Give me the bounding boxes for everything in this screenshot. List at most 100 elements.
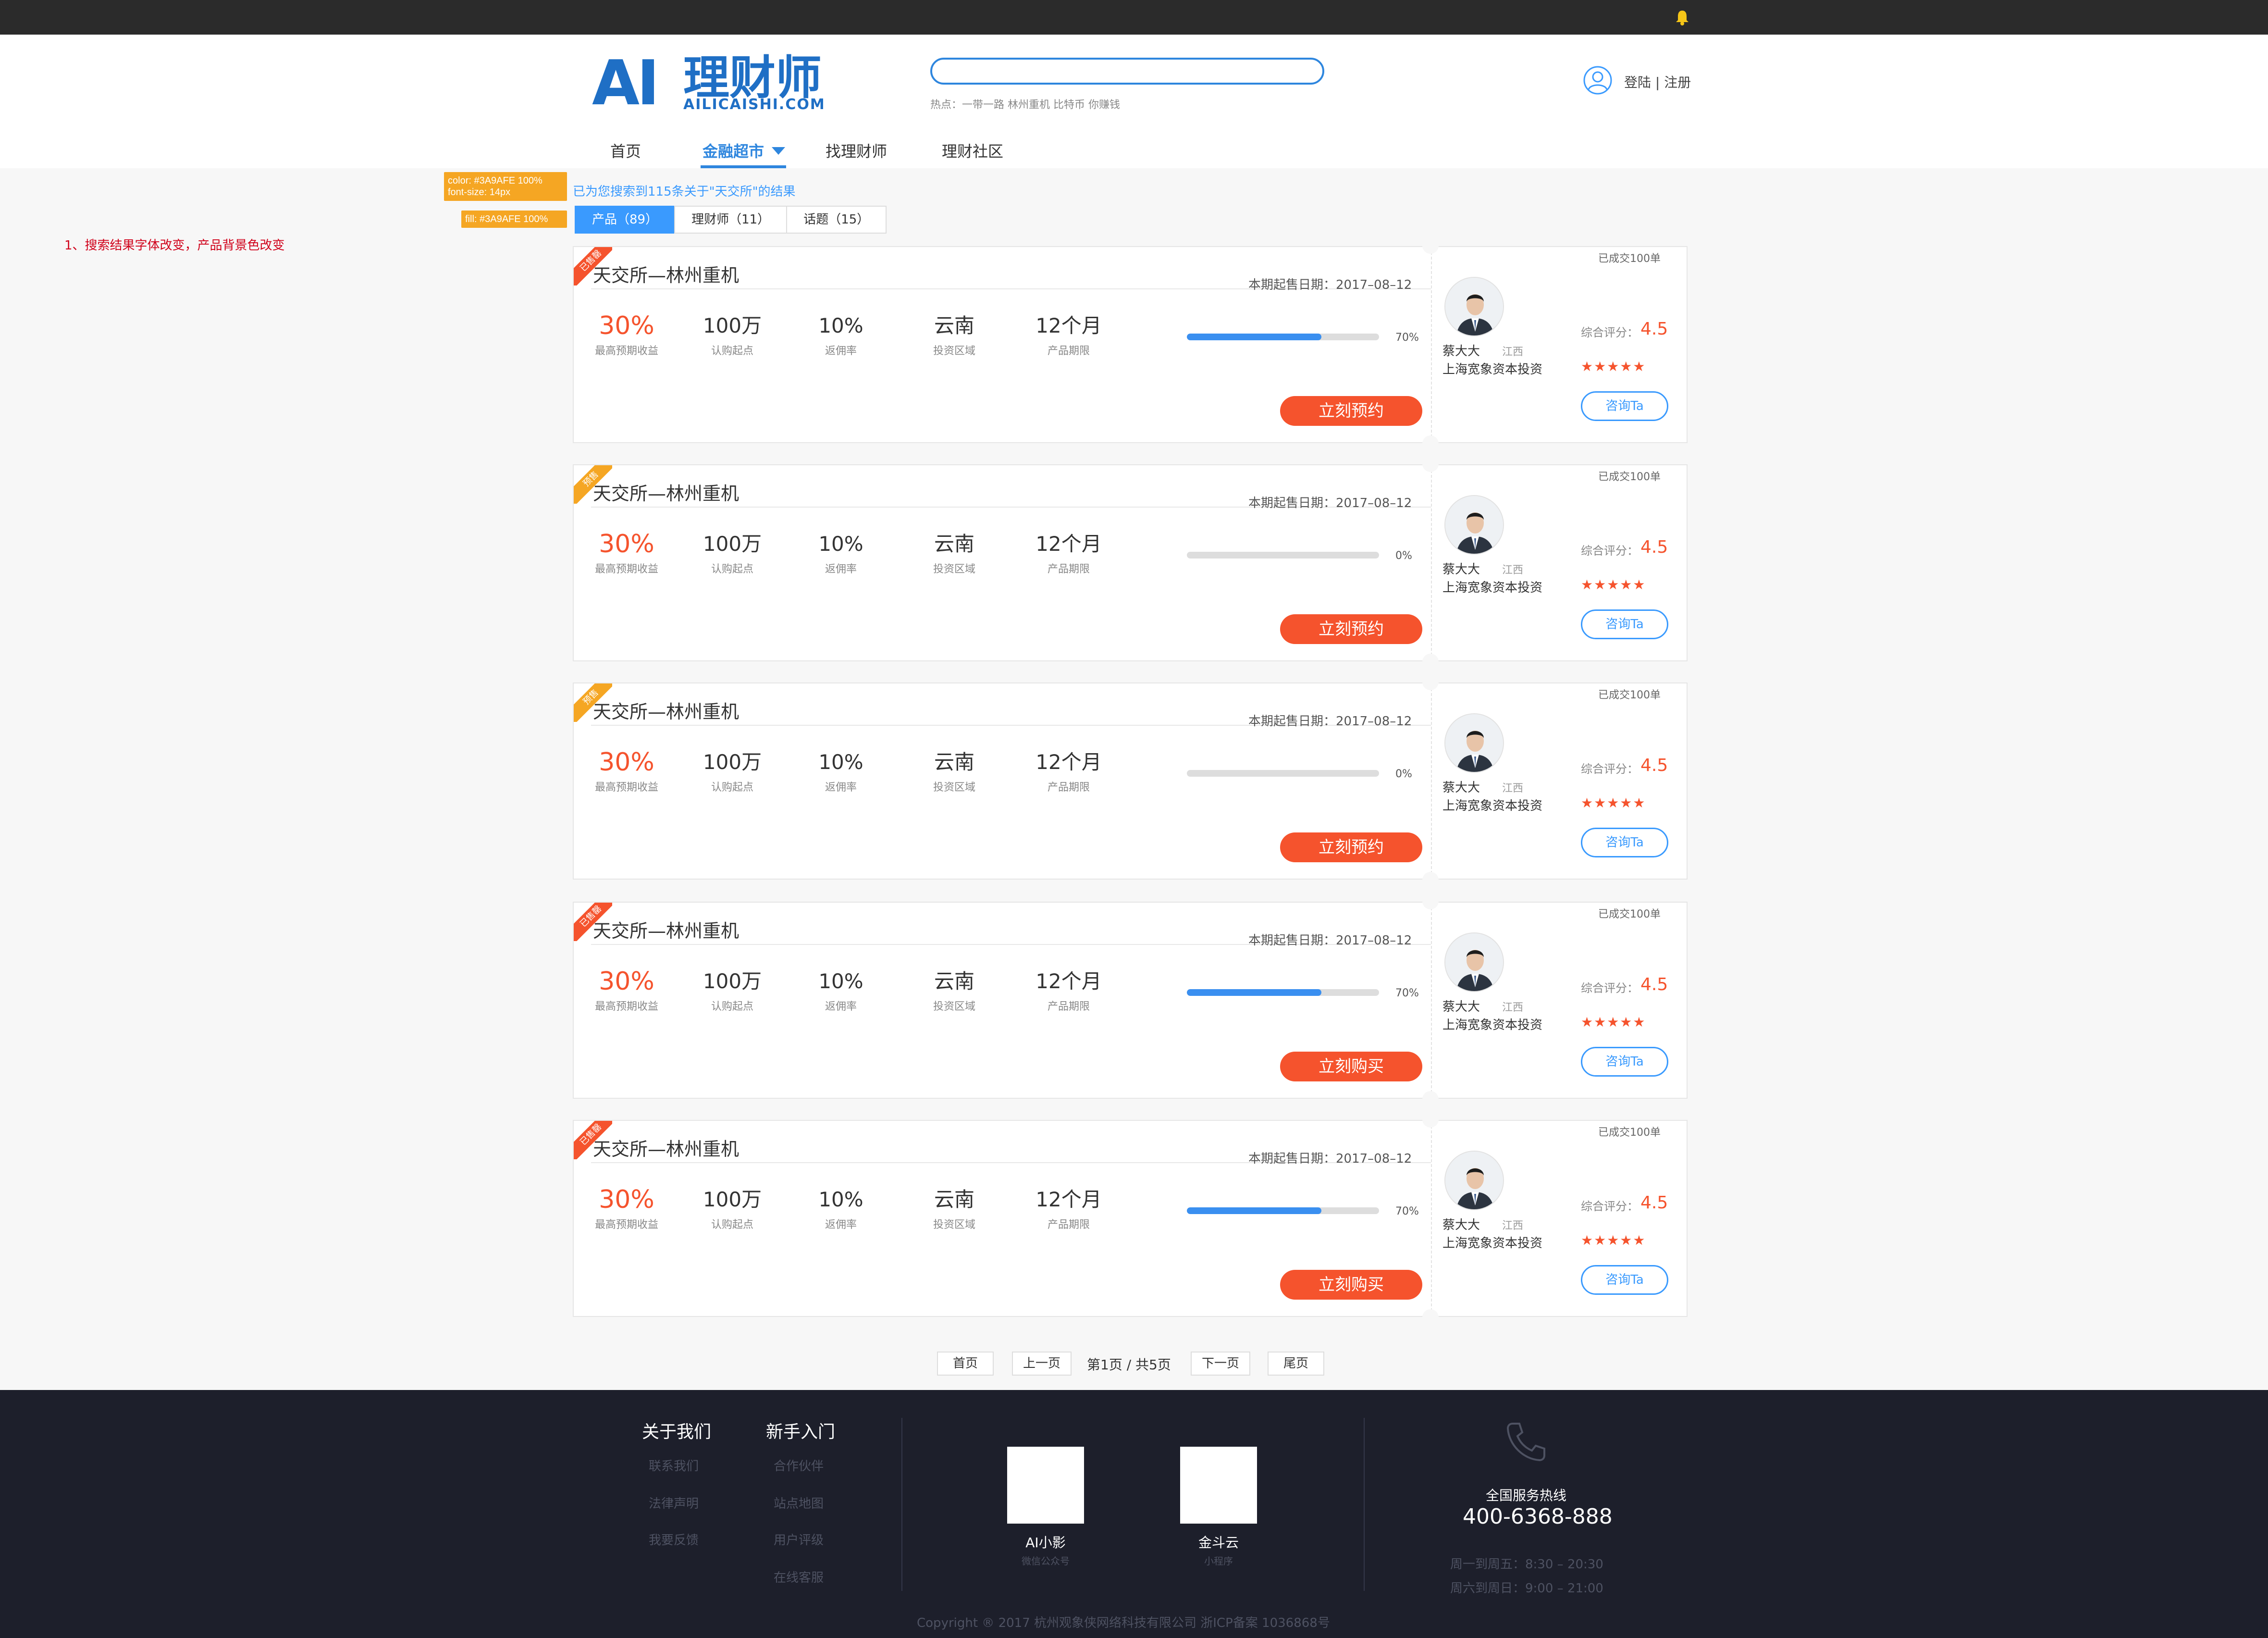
bell-icon[interactable]: [1675, 9, 1690, 26]
tab-advisors[interactable]: 理财师（11）: [674, 206, 788, 234]
metric-value: 30%: [599, 967, 654, 996]
advisor-name[interactable]: 蔡大大: [1442, 341, 1480, 359]
product-title[interactable]: 天交所—林州重机: [593, 479, 739, 505]
qr-label: AI小影: [1025, 1535, 1066, 1551]
card-notch: [1422, 872, 1439, 888]
score-value: 4.5: [1640, 1193, 1668, 1213]
user-icon[interactable]: [1583, 65, 1613, 95]
footer-link[interactable]: 用户评级: [774, 1530, 824, 1548]
nav-active-indicator: [701, 165, 786, 168]
footer-link[interactable]: 合作伙伴: [774, 1456, 824, 1474]
advisor-name[interactable]: 蔡大大: [1442, 778, 1480, 795]
login-register-link[interactable]: 登陆 | 注册: [1624, 72, 1691, 91]
reserve-button[interactable]: 立刻购买: [1280, 1052, 1422, 1081]
pager-next[interactable]: 下一页: [1191, 1352, 1250, 1376]
metric-rebate: 10% 返佣率: [807, 1186, 875, 1231]
metric-term: 12个月 产品期限: [1035, 968, 1102, 1013]
tab-products[interactable]: 产品（89）: [575, 206, 676, 234]
consult-button[interactable]: 咨询Ta: [1581, 1265, 1668, 1295]
deals-count: 已成交100单: [1598, 908, 1661, 920]
metric-value: 12个月: [1035, 532, 1102, 556]
metric-value: 云南: [934, 1188, 974, 1211]
metric-label: 返佣率: [825, 782, 857, 794]
metric-label: 最高预期收益: [594, 1219, 658, 1231]
advisor-name[interactable]: 蔡大大: [1442, 559, 1480, 577]
footer-link[interactable]: 在线客服: [774, 1568, 824, 1586]
metric-term: 12个月 产品期限: [1035, 312, 1102, 358]
avatar[interactable]: [1444, 1151, 1504, 1210]
metric-yield: 30% 最高预期收益: [588, 968, 665, 1013]
score-value: 4.5: [1640, 537, 1668, 557]
footer-link[interactable]: 联系我们: [649, 1456, 699, 1474]
footer-link[interactable]: 法律声明: [649, 1494, 699, 1512]
avatar[interactable]: [1444, 713, 1504, 773]
chevron-down-icon[interactable]: [772, 147, 785, 155]
metric-region: 云南 投资区域: [921, 531, 988, 576]
reserve-button[interactable]: 立刻预约: [1280, 396, 1422, 426]
consult-button[interactable]: 咨询Ta: [1581, 609, 1668, 639]
metric-value: 10%: [818, 750, 863, 774]
metric-label: 返佣率: [825, 1001, 857, 1013]
product-title[interactable]: 天交所—林州重机: [593, 916, 739, 943]
search-input[interactable]: [930, 58, 1324, 85]
advisor-panel: 已成交100单 蔡大大 江西 上海宽象资本投资 综合评分： 4.5 ★★★★★ …: [1431, 465, 1687, 660]
advisor-company: 上海宽象资本投资: [1442, 362, 1543, 377]
reserve-button[interactable]: 立刻预约: [1280, 832, 1422, 862]
metric-value: 10%: [818, 532, 863, 556]
advisor-region: 江西: [1502, 1002, 1524, 1014]
tab-topics[interactable]: 话题（15）: [786, 206, 887, 234]
metric-value: 云南: [934, 532, 974, 556]
metric-label: 返佣率: [825, 1219, 857, 1231]
metric-label: 产品期限: [1047, 1219, 1090, 1231]
metric-region: 云南 投资区域: [921, 312, 988, 358]
product-card[interactable]: 已售罄 天交所—林州重机 本期起售日期：2017–08–12 30% 最高预期收…: [573, 1120, 1688, 1317]
card-notch: [1422, 893, 1439, 909]
product-card[interactable]: 已售罄 天交所—林州重机 本期起售日期：2017–08–12 30% 最高预期收…: [573, 902, 1688, 1099]
metric-label: 最高预期收益: [594, 782, 658, 794]
product-title[interactable]: 天交所—林州重机: [593, 697, 739, 723]
nav-home[interactable]: 首页: [610, 139, 641, 161]
nav-community[interactable]: 理财社区: [942, 139, 1003, 161]
pager-last[interactable]: 尾页: [1268, 1352, 1324, 1376]
site-logo[interactable]: AI 理财师 AILICAISHI.COM: [592, 50, 825, 117]
metric-label: 最高预期收益: [594, 345, 658, 357]
metric-rebate: 10% 返佣率: [807, 531, 875, 576]
card-notch: [1422, 1309, 1439, 1326]
hotline-number: 400-6368-888: [1463, 1504, 1613, 1529]
product-card[interactable]: 已售罄 天交所—林州重机 本期起售日期：2017–08–12 30% 最高预期收…: [573, 246, 1688, 443]
nav-find-advisor[interactable]: 找理财师: [826, 139, 887, 161]
advisor-name[interactable]: 蔡大大: [1442, 1215, 1480, 1233]
hot-keywords[interactable]: 热点：一带一路 林州重机 比特币 你赚钱: [930, 96, 1120, 112]
avatar[interactable]: [1444, 277, 1504, 336]
advisor-name[interactable]: 蔡大大: [1442, 997, 1480, 1015]
metric-label: 认购起点: [711, 563, 753, 575]
advisor-company: 上海宽象资本投资: [1442, 1236, 1543, 1251]
product-card[interactable]: 预售 天交所—林州重机 本期起售日期：2017–08–12 30% 最高预期收益…: [573, 464, 1688, 661]
pager-prev[interactable]: 上一页: [1012, 1352, 1072, 1376]
pager-first[interactable]: 首页: [937, 1352, 994, 1376]
consult-button[interactable]: 咨询Ta: [1581, 1047, 1668, 1077]
footer-link[interactable]: 我要反馈: [649, 1530, 699, 1548]
avatar[interactable]: [1444, 932, 1504, 992]
product-title[interactable]: 天交所—林州重机: [593, 261, 739, 287]
annotation-fill-spec: fill: #3A9AFE 100%: [461, 211, 567, 228]
metric-rebate: 10% 返佣率: [807, 312, 875, 358]
product-info: 预售 天交所—林州重机 本期起售日期：2017–08–12 30% 最高预期收益…: [574, 465, 1431, 660]
advisor-company: 上海宽象资本投资: [1442, 799, 1543, 813]
footer-about-title: 关于我们: [642, 1422, 712, 1442]
service-hours: 周六到周日：9:00 – 21:00: [1450, 1581, 1603, 1596]
metric-value: 100万: [703, 314, 762, 337]
nav-finance-market[interactable]: 金融超市: [703, 139, 764, 161]
metric-label: 投资区域: [933, 345, 975, 357]
product-title[interactable]: 天交所—林州重机: [593, 1134, 739, 1161]
reserve-button[interactable]: 立刻购买: [1280, 1270, 1422, 1300]
avatar[interactable]: [1444, 495, 1504, 555]
product-card[interactable]: 预售 天交所—林州重机 本期起售日期：2017–08–12 30% 最高预期收益…: [573, 682, 1688, 880]
consult-button[interactable]: 咨询Ta: [1581, 391, 1668, 421]
card-notch: [1422, 237, 1439, 254]
footer-link[interactable]: 站点地图: [774, 1494, 824, 1512]
metric-value: 100万: [703, 532, 762, 556]
metric-yield: 30% 最高预期收益: [588, 531, 665, 576]
consult-button[interactable]: 咨询Ta: [1581, 828, 1668, 857]
reserve-button[interactable]: 立刻预约: [1280, 614, 1422, 644]
